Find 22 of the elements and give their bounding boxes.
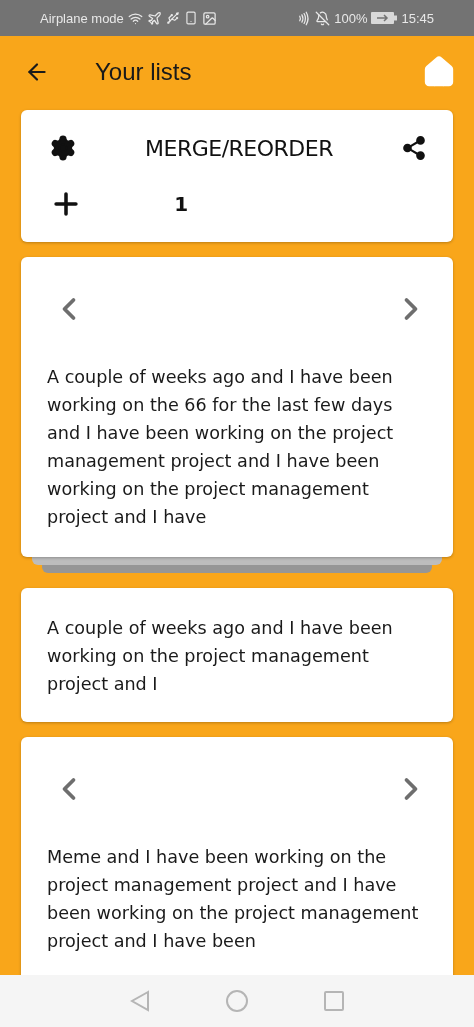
airplane-icon xyxy=(146,10,162,26)
share-button[interactable] xyxy=(401,135,427,161)
phone-icon xyxy=(183,11,198,25)
list-text: Meme and I have been working on the project management project and I have been working on the project management project and I have been xyxy=(46,846,420,953)
status-text: Airplane mode xyxy=(40,10,124,26)
usb-icon xyxy=(165,11,180,25)
merge-reorder-button[interactable]: MERGE/REORDER xyxy=(145,135,333,161)
clock-time: 15:45 xyxy=(401,10,434,26)
nfc-icon xyxy=(296,10,312,26)
list-count: 1 xyxy=(174,192,189,216)
page-title: Your lists xyxy=(95,58,193,86)
list-text: A couple of weeks ago and I have been working on the 66 for the last few days and I have been working on the project management project and I have been working on the project management project and I have xyxy=(46,366,395,529)
battery-percent: 100% xyxy=(334,10,368,26)
list-card[interactable]: A couple of weeks ago and I have been working on the project management project and I xyxy=(21,588,453,722)
battery-icon xyxy=(371,12,398,24)
bell-off-icon xyxy=(315,10,331,26)
image-icon xyxy=(201,10,217,26)
list-card[interactable]: Meme and I have been working on the project management project and I have been working on the project management project and I have been xyxy=(21,737,453,975)
list-card[interactable] xyxy=(21,257,453,557)
list-text: A couple of weeks ago and I have been working on the project management project and I xyxy=(47,617,394,696)
settings-button[interactable] xyxy=(49,134,77,162)
wifi-icon xyxy=(127,10,143,26)
